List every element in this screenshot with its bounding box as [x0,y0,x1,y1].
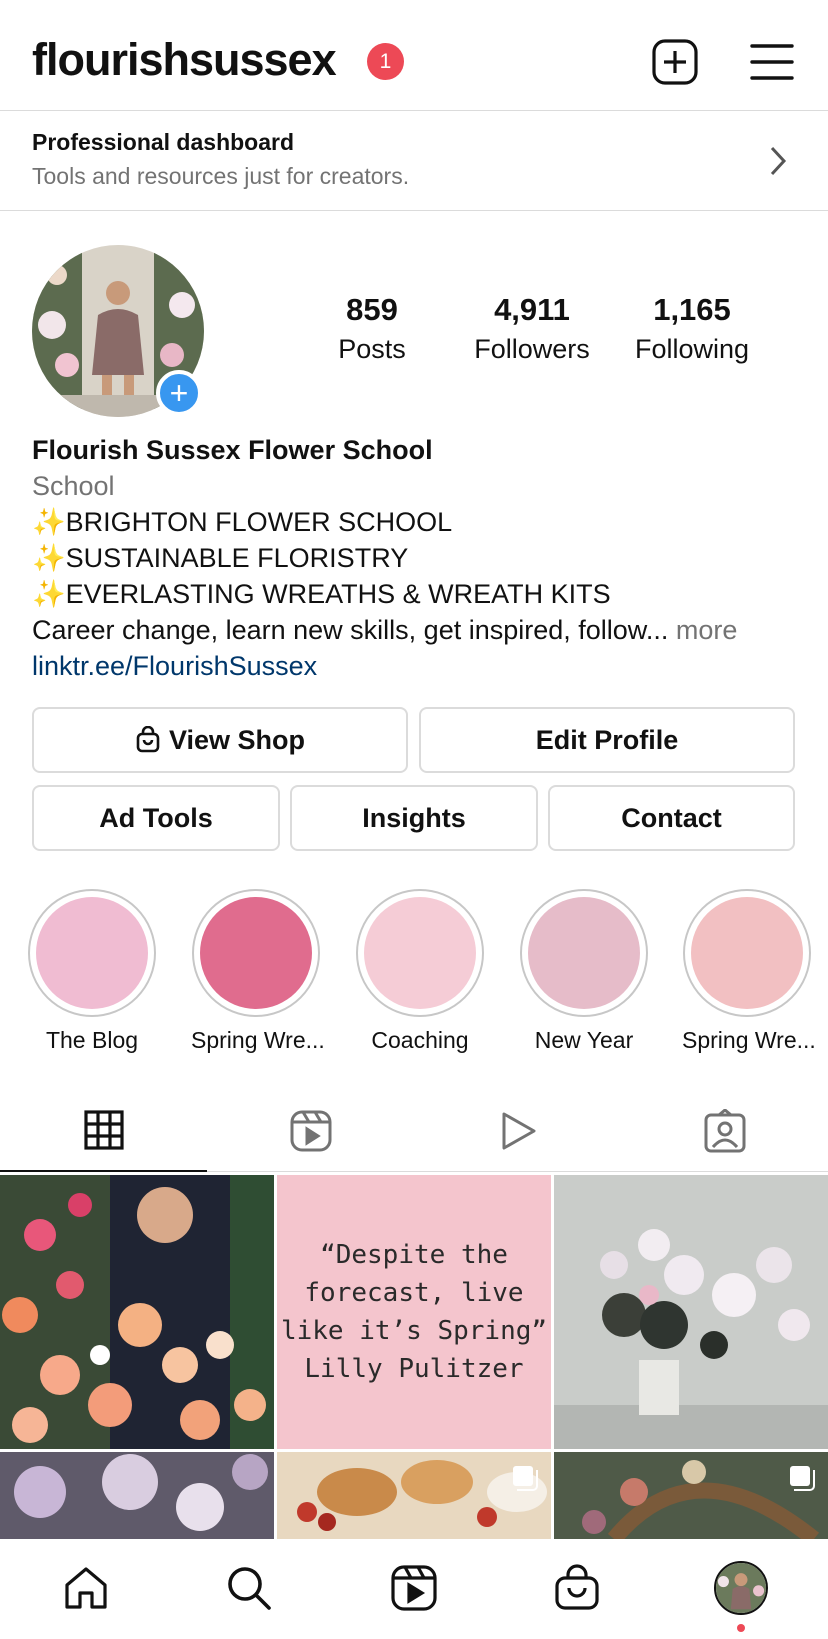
post-thumbnail[interactable] [0,1175,274,1449]
highlight-ring [356,889,484,1017]
chevron-right-icon [770,146,787,176]
edit-profile-button[interactable]: Edit Profile [419,707,795,773]
professional-dashboard-row[interactable]: Professional dashboard Tools and resourc… [0,111,828,211]
shop-icon[interactable] [552,1563,602,1613]
home-icon[interactable] [61,1563,111,1613]
tab-tagged[interactable] [621,1090,828,1172]
activity-dot [737,1624,745,1632]
followers-stat[interactable]: 4,911 Followers [462,292,602,365]
story-highlight[interactable]: New Year [519,889,649,1054]
profile-username[interactable]: flourishsussex [32,34,337,86]
highlight-label: Spring Wre... [191,1027,325,1053]
post-thumbnail-carousel[interactable] [277,1452,551,1539]
story-highlight[interactable]: Spring Wre... [682,889,816,1054]
tab-posts-grid[interactable] [0,1090,207,1172]
highlight-cover [691,897,803,1009]
reels-icon[interactable] [389,1563,439,1613]
insights-button[interactable]: Insights [290,785,538,851]
bio-more-link[interactable]: more [676,615,738,645]
profile-bio: Flourish Sussex Flower School School ✨BR… [32,432,802,684]
notification-badge[interactable]: 1 [367,43,404,80]
dashboard-subtitle: Tools and resources just for creators. [32,163,410,189]
following-stat[interactable]: 1,165 Following [622,292,762,365]
quote-text: “Despite the forecast, live like it’s Sp… [281,1236,547,1388]
story-highlight[interactable]: The Blog [27,889,157,1054]
highlight-cover [364,897,476,1009]
plus-icon: + [169,375,189,411]
post-thumbnail[interactable] [554,1175,828,1449]
quote-line: “Despite the [320,1240,508,1270]
following-label: Following [634,334,750,364]
carousel-icon [513,1466,538,1491]
highlight-ring [28,889,156,1017]
quote-line: like it’s Spring” [280,1316,548,1346]
quote-line: Lilly Pulitzer [304,1354,524,1384]
bio-line: ✨SUSTAINABLE FLORISTRY [32,543,409,573]
following-count: 1,165 [653,292,731,327]
profile-content-tabs [0,1090,828,1172]
video-play-icon [502,1112,535,1150]
highlight-ring [192,889,320,1017]
grid-icon [83,1110,124,1150]
highlight-label: New Year [534,1027,634,1053]
post-thumbnail-quote[interactable]: “Despite the forecast, live like it’s Sp… [277,1175,551,1449]
hamburger-menu-icon[interactable] [748,38,796,86]
post-thumbnail[interactable] [0,1452,274,1539]
view-shop-button[interactable]: View Shop [32,707,408,773]
bio-text-row: Career change, learn new skills, get ins… [32,612,802,648]
followers-count: 4,911 [494,292,570,327]
posts-stat[interactable]: 859 Posts [302,292,442,365]
tagged-icon [704,1109,745,1153]
contact-button[interactable]: Contact [548,785,795,851]
plus-square-icon[interactable] [651,38,699,86]
highlight-cover [36,897,148,1009]
bottom-navigation [0,1539,828,1639]
view-shop-label: View Shop [168,724,306,755]
highlight-label: Coaching [371,1027,469,1053]
bio-line: ✨BRIGHTON FLOWER SCHOOL [32,507,453,537]
dashboard-title: Professional dashboard [32,129,295,155]
search-icon[interactable] [224,1563,274,1613]
highlight-cover [200,897,312,1009]
profile-tab-avatar[interactable] [714,1561,768,1615]
ad-tools-button[interactable]: Ad Tools [32,785,280,851]
story-highlight[interactable]: Spring Wre... [191,889,325,1054]
posts-label: Posts [338,334,406,364]
shopping-bag-icon [136,726,160,753]
posts-count: 859 [346,292,398,327]
profile-display-name: Flourish Sussex Flower School [32,435,433,465]
story-highlight[interactable]: Coaching [355,889,485,1054]
top-header: flourishsussex 1 [0,0,828,111]
bio-website-link[interactable]: linktr.ee/FlourishSussex [32,648,802,684]
quote-line: forecast, live [304,1278,524,1308]
reels-icon [290,1110,331,1152]
highlight-ring [520,889,648,1017]
tab-videos[interactable] [414,1090,621,1172]
highlight-label: Spring Wre... [682,1027,816,1053]
highlight-label: The Blog [45,1027,139,1053]
followers-label: Followers [474,334,590,364]
add-story-button[interactable]: + [156,370,202,416]
carousel-icon [790,1466,815,1491]
tab-reels[interactable] [207,1090,414,1172]
bio-text: Career change, learn new skills, get ins… [32,615,669,645]
highlight-cover [528,897,640,1009]
post-thumbnail-carousel[interactable] [554,1452,828,1539]
profile-category: School [32,471,115,501]
bio-line: ✨EVERLASTING WREATHS & WREATH KITS [32,579,611,609]
highlight-ring [683,889,811,1017]
